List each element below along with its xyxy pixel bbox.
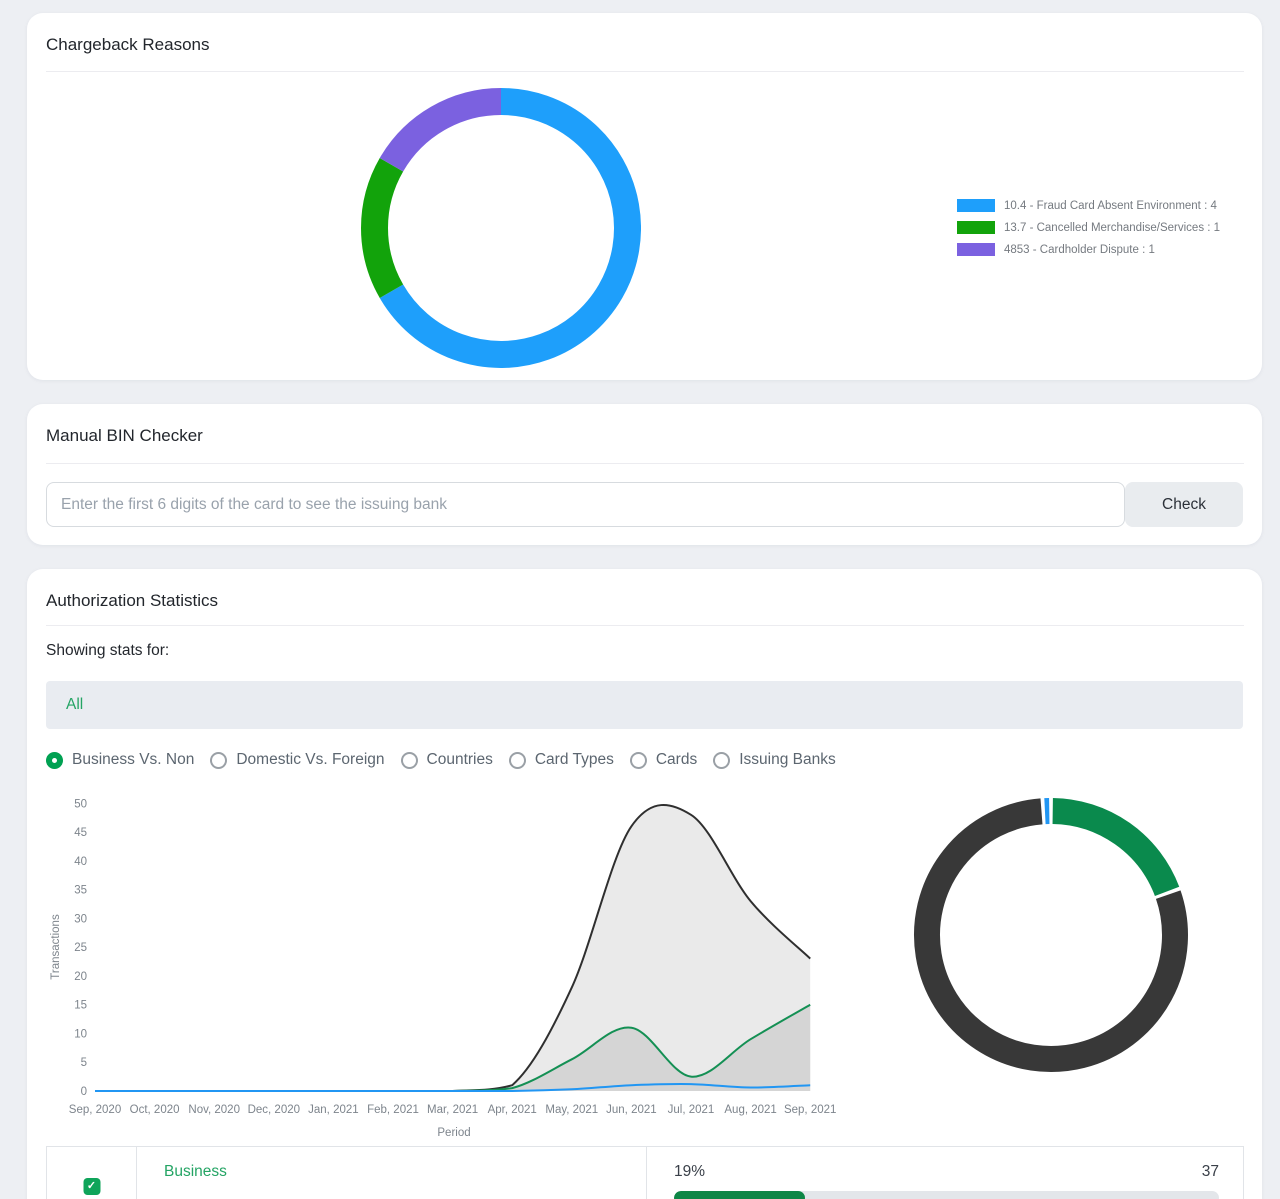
donut-slice-4853-cardholder-dispute [391, 102, 501, 165]
x-tick-label: Jun, 2021 [606, 1104, 657, 1116]
donut-slice-green-slice [1053, 811, 1167, 891]
x-tick-label: Nov, 2020 [188, 1104, 240, 1116]
radio-unselected-icon [713, 752, 730, 769]
radio-unselected-icon [210, 752, 227, 769]
x-tick-label: Dec, 2020 [248, 1104, 300, 1116]
x-tick-label: Feb, 2021 [367, 1104, 419, 1116]
row-count: 37 [1202, 1163, 1219, 1181]
radio-unselected-icon [630, 752, 647, 769]
legend-swatch [957, 199, 995, 212]
radio-issuing-banks[interactable]: Issuing Banks [713, 751, 836, 769]
radio-label: Domestic Vs. Foreign [236, 751, 384, 769]
table-cell-checkbox: ✓ [47, 1147, 137, 1199]
divider [46, 71, 1244, 72]
radio-unselected-icon [401, 752, 418, 769]
legend-item: 10.4 - Fraud Card Absent Environment : 4 [957, 199, 1220, 212]
bin-input[interactable] [46, 482, 1125, 527]
bin-input-row: Check [46, 482, 1243, 527]
showing-stats-label: Showing stats for: [46, 642, 169, 660]
manual-bin-checker-title: Manual BIN Checker [46, 426, 203, 446]
y-tick-label: 10 [74, 1028, 87, 1040]
x-axis-label: Period [437, 1127, 470, 1139]
radio-selected-icon [46, 752, 63, 769]
radio-countries[interactable]: Countries [401, 751, 493, 769]
chargeback-reasons-title: Chargeback Reasons [46, 35, 209, 55]
legend-label: 13.7 - Cancelled Merchandise/Services : … [1004, 222, 1220, 234]
stats-radio-group: Business Vs. Non Domestic Vs. Foreign Coun… [46, 751, 836, 769]
y-axis-label: Transactions [50, 914, 62, 980]
radio-cards[interactable]: Cards [630, 751, 697, 769]
y-tick-label: 40 [74, 856, 87, 868]
row-label: Business [164, 1163, 227, 1180]
y-tick-label: 0 [81, 1086, 87, 1098]
x-tick-label: Apr, 2021 [488, 1104, 537, 1116]
x-tick-label: Jul, 2021 [668, 1104, 715, 1116]
table-cell-stats: 19% 37 [647, 1147, 1243, 1199]
y-tick-label: 50 [74, 798, 87, 810]
table-cell-label: Business [137, 1147, 647, 1199]
x-tick-label: Mar, 2021 [427, 1104, 478, 1116]
legend-item: 4853 - Cardholder Dispute : 1 [957, 243, 1220, 256]
progress-fill [674, 1191, 805, 1199]
chargeback-legend: 10.4 - Fraud Card Absent Environment : 4… [957, 199, 1220, 256]
check-button[interactable]: Check [1125, 482, 1243, 527]
x-tick-label: Oct, 2020 [130, 1104, 180, 1116]
radio-label: Countries [427, 751, 493, 769]
y-tick-label: 35 [74, 885, 87, 897]
radio-label: Business Vs. Non [72, 751, 194, 769]
chargeback-donut-chart [361, 88, 641, 368]
radio-card-types[interactable]: Card Types [509, 751, 614, 769]
y-tick-label: 25 [74, 942, 87, 954]
business-share-donut-chart [906, 790, 1196, 1080]
chargeback-reasons-card: Chargeback Reasons 10.4 - Fraud Card Abs… [27, 13, 1262, 380]
stats-filter-value: All [66, 696, 83, 714]
y-tick-label: 15 [74, 1000, 87, 1012]
stats-table: ✓ Business 19% 37 [46, 1146, 1244, 1199]
radio-label: Cards [656, 751, 697, 769]
radio-business-vs-non[interactable]: Business Vs. Non [46, 751, 194, 769]
legend-label: 4853 - Cardholder Dispute : 1 [1004, 244, 1155, 256]
radio-unselected-icon [509, 752, 526, 769]
y-tick-label: 30 [74, 913, 87, 925]
transactions-area-chart: 0 5 10 15 20 25 30 35 40 45 50 Transactions Sep, 202… [45, 795, 860, 1145]
y-tick-label: 20 [74, 971, 87, 983]
check-icon: ✓ [87, 1181, 96, 1192]
donut-slice-13-7-cancelled-merchandise-services [375, 165, 392, 292]
x-tick-label: Aug, 2021 [724, 1104, 776, 1116]
area-fill-black-series [95, 805, 810, 1091]
row-percent: 19% [674, 1163, 705, 1181]
legend-swatch [957, 221, 995, 234]
radio-label: Issuing Banks [739, 751, 836, 769]
y-tick-label: 45 [74, 827, 87, 839]
legend-swatch [957, 243, 995, 256]
manual-bin-checker-card: Manual BIN Checker Check [27, 404, 1262, 545]
radio-domestic-vs-foreign[interactable]: Domestic Vs. Foreign [210, 751, 384, 769]
x-tick-label: Sep, 2021 [784, 1104, 836, 1116]
legend-label: 10.4 - Fraud Card Absent Environment : 4 [1004, 200, 1217, 212]
radio-label: Card Types [535, 751, 614, 769]
authorization-statistics-card: Authorization Statistics Showing stats f… [27, 569, 1262, 1199]
y-tick-label: 5 [81, 1057, 87, 1069]
x-tick-label: May, 2021 [545, 1104, 598, 1116]
progress-bar [674, 1191, 1219, 1199]
stats-filter-select[interactable]: All [46, 681, 1243, 729]
authorization-statistics-title: Authorization Statistics [46, 591, 218, 611]
legend-item: 13.7 - Cancelled Merchandise/Services : … [957, 221, 1220, 234]
x-tick-label: Sep, 2020 [69, 1104, 121, 1116]
divider [46, 463, 1244, 464]
divider [46, 625, 1244, 626]
business-row-checkbox[interactable]: ✓ [83, 1178, 100, 1195]
x-tick-label: Jan, 2021 [308, 1104, 359, 1116]
